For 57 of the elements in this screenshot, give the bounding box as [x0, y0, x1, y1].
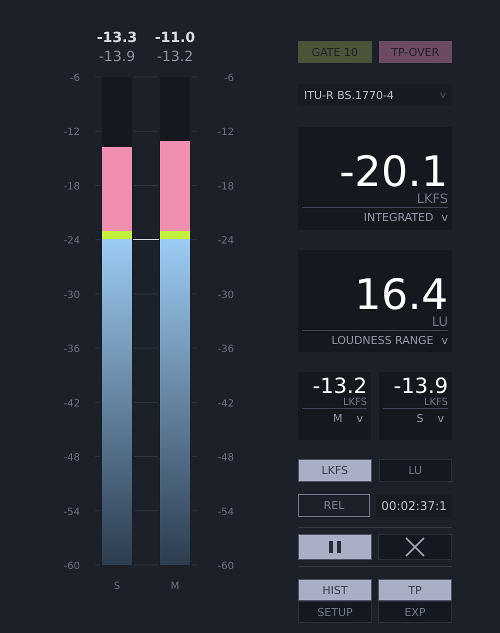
option-button[interactable]: SETUP [298, 601, 372, 623]
scale-label: -54 [218, 506, 234, 518]
option-button[interactable]: TP [378, 579, 452, 601]
caret-icon[interactable]: v [437, 412, 444, 425]
close-icon [404, 536, 426, 558]
scale-label: -18 [64, 181, 80, 192]
status-badge: TP-OVER [378, 41, 452, 63]
scale-label: -18 [218, 181, 234, 192]
mode-label: M [332, 412, 342, 425]
loudness-value: -13.9 [394, 376, 448, 397]
scale-label: -48 [64, 452, 80, 464]
loudness-value: -20.1 [339, 151, 448, 193]
mode-label: S [416, 412, 424, 425]
channel-reading: -13.9 [98, 49, 136, 65]
peak-reading: -13.3 [96, 30, 138, 46]
scale-label: -42 [218, 398, 234, 410]
reset-button[interactable] [378, 534, 452, 560]
scale-label: -48 [218, 452, 234, 464]
unit-label: LKFS [424, 397, 448, 408]
loudness-value: 16.4 [354, 274, 448, 316]
channel-label: M [170, 581, 180, 592]
elapsed-time: 00:02:37:1 [376, 494, 452, 517]
unit-label: LU [432, 316, 448, 330]
scale-label: -30 [218, 290, 234, 301]
caret-icon[interactable]: v [441, 334, 448, 348]
scale-label: -36 [218, 344, 234, 356]
scale-label: -42 [64, 398, 80, 410]
reference-line [132, 239, 160, 240]
scale-label: -30 [64, 290, 80, 301]
pause-icon [328, 540, 342, 554]
mode-label: INTEGRATED [364, 211, 434, 224]
loudness-value: -13.2 [312, 376, 367, 397]
scale-label: -24 [218, 236, 234, 247]
scale-label: -36 [64, 344, 80, 356]
channel-reading: -13.2 [156, 49, 194, 65]
unit-toggle[interactable]: LKFS [298, 459, 372, 482]
caret-icon[interactable]: v [441, 211, 448, 224]
option-button[interactable]: EXP [378, 601, 452, 623]
unit-label: LKFS [416, 193, 448, 208]
scale-label: -12 [64, 127, 80, 138]
scale-label: -12 [218, 127, 234, 138]
pause-button[interactable] [298, 534, 372, 560]
scale-label: -24 [64, 236, 80, 247]
scale-label: -60 [64, 561, 80, 572]
unit-label: LKFS [342, 397, 367, 408]
option-button[interactable]: HIST [298, 579, 372, 601]
scale-label: -6 [224, 73, 234, 84]
caret-icon[interactable]: v [356, 412, 363, 425]
scale-label: -60 [218, 561, 234, 572]
mode-label: LOUDNESS RANGE [332, 334, 434, 348]
standard-dropdown[interactable]: ITU-R BS.1770-4 v [298, 84, 452, 106]
unit-toggle[interactable]: LU [378, 459, 452, 482]
relative-button[interactable]: REL [298, 494, 370, 517]
scale-label: -54 [64, 506, 80, 518]
channel-label: S [114, 581, 120, 592]
peak-reading: -11.0 [154, 30, 196, 46]
scale-label: -6 [70, 73, 80, 84]
